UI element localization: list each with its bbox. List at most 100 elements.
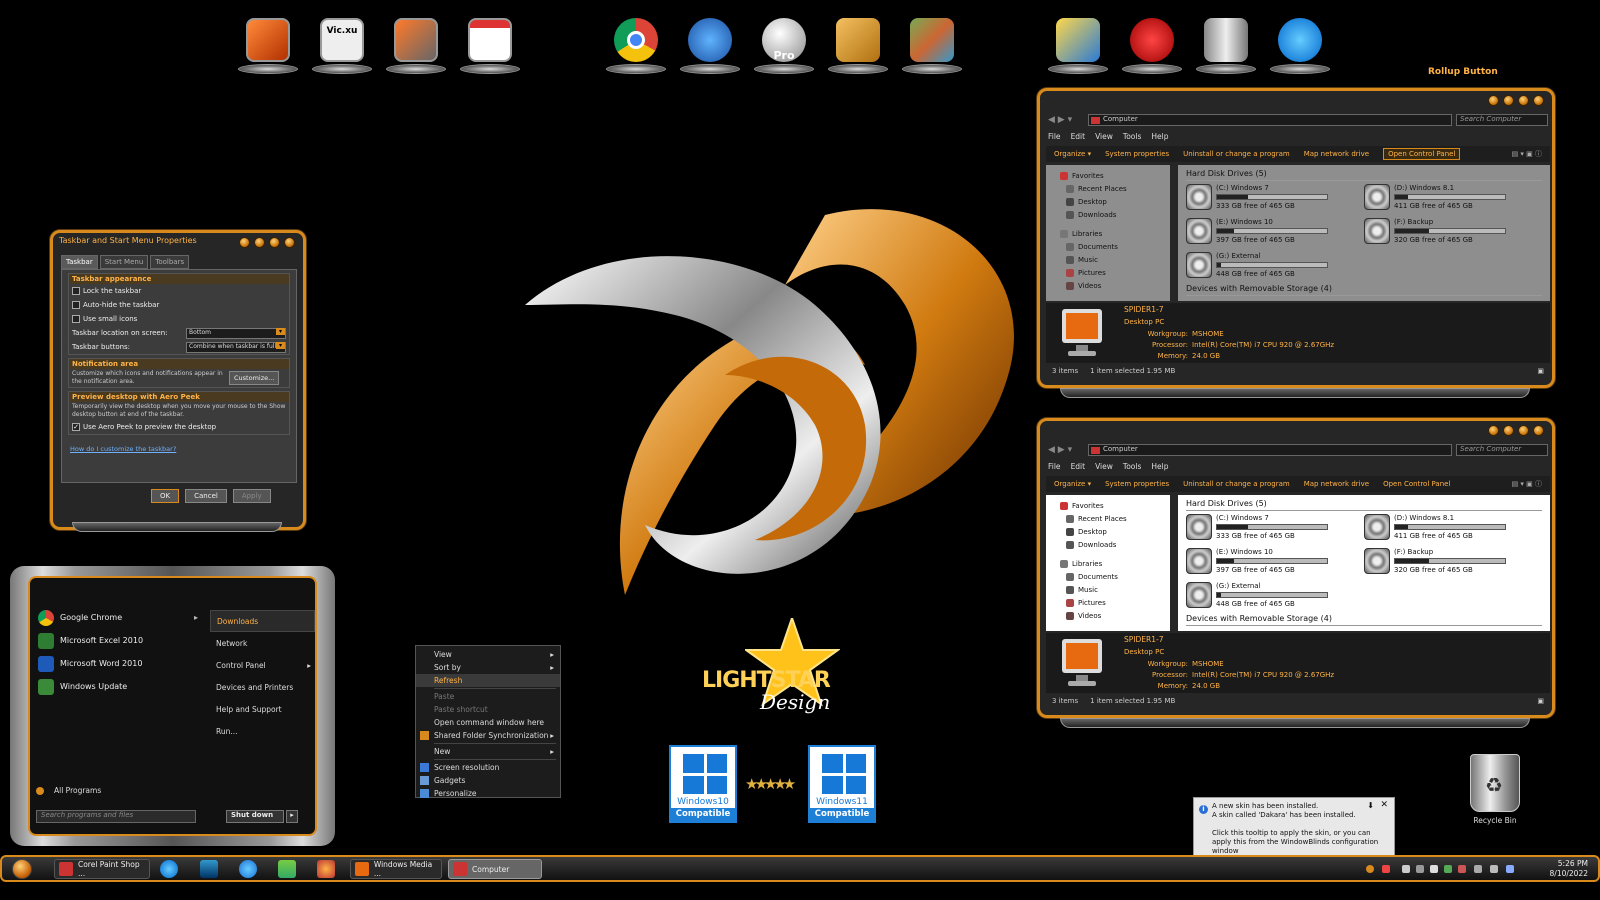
close-button[interactable] [284,237,295,248]
ctx-paste[interactable]: Paste [416,690,560,703]
rollup-button[interactable] [254,237,265,248]
ctx-gadgets[interactable]: Gadgets [416,774,560,787]
close-button[interactable] [1533,95,1544,106]
start-link-help[interactable]: Help and Support [210,698,315,720]
dock-restore-icon[interactable] [1120,14,1184,74]
tray-chat-icon[interactable] [1430,865,1438,873]
dock-vic-xu-icon[interactable]: Vic.xu [310,14,374,74]
nav-recent-places[interactable]: Recent Places [1046,182,1170,195]
drive-item[interactable]: (F:) Backup 320 GB free of 465 GB [1364,548,1542,578]
nav-downloads[interactable]: Downloads [1046,538,1170,551]
organize-button[interactable]: Organize ▾ [1054,150,1091,158]
nav-downloads[interactable]: Downloads [1046,208,1170,221]
menu-view[interactable]: View [1095,462,1113,471]
internet-explorer-icon[interactable] [239,860,257,878]
tab-taskbar[interactable]: Taskbar [61,255,98,269]
menu-help[interactable]: Help [1151,462,1168,471]
back-forward-buttons[interactable]: ◀ ▶ ▾ [1048,115,1084,125]
tray-display-icon[interactable] [1506,865,1514,873]
view-toggle-icon[interactable]: ▣ [1537,697,1544,709]
close-button[interactable] [1533,425,1544,436]
tray-sync-icon[interactable] [1444,865,1452,873]
layers-app-icon[interactable] [200,860,218,878]
maximize-button[interactable] [1518,95,1529,106]
uninstall-button[interactable]: Uninstall or change a program [1183,150,1290,158]
menu-edit[interactable]: Edit [1071,462,1086,471]
ok-button[interactable]: OK [151,489,180,503]
start-item-word[interactable]: Microsoft Word 2010 [34,652,204,675]
nav-music[interactable]: Music [1046,583,1170,596]
start-link-network[interactable]: Network [210,632,315,654]
menu-tools[interactable]: Tools [1123,462,1141,471]
search-input[interactable]: Search Computer [1456,114,1548,126]
dock-people-icon[interactable] [1268,14,1332,74]
nav-music[interactable]: Music [1046,253,1170,266]
start-item-chrome[interactable]: Google Chrome ▸ [34,606,204,629]
apply-button[interactable]: Apply [232,489,271,503]
drive-item[interactable]: (F:) Backup 320 GB free of 465 GB [1364,218,1542,248]
location-select[interactable]: Bottom [186,327,286,339]
ctx-view[interactable]: View ▸ [416,648,560,661]
back-forward-buttons[interactable]: ◀ ▶ ▾ [1048,445,1084,455]
taskbar-corel[interactable]: Corel Paint Shop ... [54,859,150,879]
small-icons-checkbox[interactable] [72,315,80,323]
dock-map-icon[interactable] [900,14,964,74]
tray-windowblinds-icon[interactable] [1366,865,1374,873]
nav-pictures[interactable]: Pictures [1046,596,1170,609]
shutdown-button[interactable]: Shut down [226,810,284,823]
nav-desktop[interactable]: Desktop [1046,195,1170,208]
notification-balloon[interactable]: i ⬇ ✕ A new skin has been installed. A s… [1193,797,1395,857]
drive-item[interactable]: (D:) Windows 8.1 411 GB free of 465 GB [1364,184,1542,214]
drive-item[interactable]: (E:) Windows 10 397 GB free of 465 GB [1186,218,1364,248]
dock-thunderbird-icon[interactable] [678,14,742,74]
close-icon[interactable]: ✕ [1380,801,1388,810]
taskbar-windows-media[interactable]: Windows Media ... [350,859,442,879]
ctx-screen-resolution[interactable]: Screen resolution [416,761,560,774]
firefox-icon[interactable] [317,860,335,878]
menu-file[interactable]: File [1048,462,1061,471]
start-button[interactable] [12,859,32,879]
organize-button[interactable]: Organize ▾ [1054,480,1091,488]
nav-videos[interactable]: Videos [1046,609,1170,622]
aero-peek-checkbox[interactable]: ✓ [72,423,80,431]
search-input[interactable]: Search Computer [1456,444,1548,456]
nav-libraries[interactable]: Libraries [1046,227,1170,240]
ctx-paste-shortcut[interactable]: Paste shortcut [416,703,560,716]
nav-favorites[interactable]: Favorites [1046,499,1170,512]
pointer-app-icon[interactable] [160,860,178,878]
open-control-panel-button[interactable]: Open Control Panel [1383,480,1450,488]
drive-item[interactable]: (E:) Windows 10 397 GB free of 465 GB [1186,548,1364,578]
system-clock[interactable]: 5:26 PM 8/10/2022 [1550,859,1588,879]
customize-button[interactable]: Customize... [229,371,280,385]
maximize-button[interactable] [269,237,280,248]
dock-settings-icon[interactable] [1046,14,1110,74]
dock-server-icon[interactable] [1194,14,1258,74]
taskbar-computer[interactable]: Computer [448,859,542,879]
dock-google-earth-pro-icon[interactable]: Pro [752,14,816,74]
drive-item[interactable]: (C:) Windows 7 333 GB free of 465 GB [1186,184,1364,214]
system-properties-button[interactable]: System properties [1105,150,1169,158]
nav-libraries[interactable]: Libraries [1046,557,1170,570]
start-link-run[interactable]: Run... [210,720,315,742]
start-link-devices[interactable]: Devices and Printers [210,676,315,698]
dock-computer-icon[interactable] [236,14,300,74]
autohide-checkbox[interactable] [72,301,80,309]
pin-icon[interactable]: ⬇ [1367,801,1374,810]
dock-chrome-icon[interactable] [604,14,668,74]
nav-pictures[interactable]: Pictures [1046,266,1170,279]
ctx-shared-folder-sync[interactable]: Shared Folder Synchronization ▸ [416,729,560,742]
ctx-refresh[interactable]: Refresh [416,674,560,687]
menu-view[interactable]: View [1095,132,1113,141]
maximize-button[interactable] [1518,425,1529,436]
buttons-select[interactable]: Combine when taskbar is full [186,341,286,353]
view-options-icon[interactable]: ▤ ▾ ▣ ⓘ [1512,479,1542,489]
map-drive-button[interactable]: Map network drive [1304,480,1369,488]
tray-volume-icon[interactable] [1490,865,1498,873]
menu-file[interactable]: File [1048,132,1061,141]
uninstall-button[interactable]: Uninstall or change a program [1183,480,1290,488]
dock-address-book-icon[interactable] [826,14,890,74]
nav-desktop[interactable]: Desktop [1046,525,1170,538]
cancel-button[interactable]: Cancel [185,489,227,503]
tray-flag-icon[interactable] [1402,865,1410,873]
tab-start-menu[interactable]: Start Menu [99,255,149,269]
